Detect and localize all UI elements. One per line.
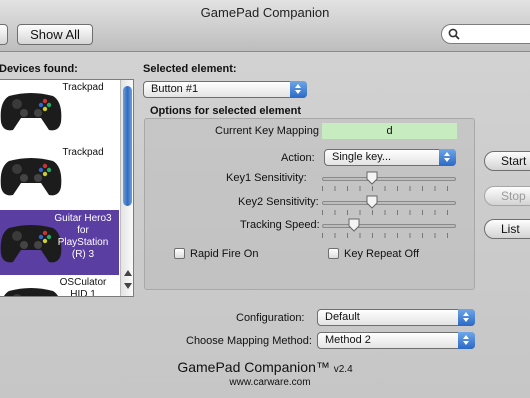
current-key-label: Current Key Mapping (215, 125, 319, 137)
tracking-label: Tracking Speed: (240, 219, 320, 231)
action-select[interactable]: Single key... (324, 149, 456, 166)
element-select-value: Button #1 (151, 83, 199, 95)
gamepad-icon (0, 158, 62, 196)
key2-ticks (322, 210, 456, 215)
key-repeat-checkbox[interactable] (328, 248, 339, 259)
device-item-selected[interactable]: Guitar Hero3 for PlayStation (R) 3 (0, 210, 119, 275)
configuration-label: Configuration: (236, 312, 305, 324)
device-name: Trackpad (62, 147, 104, 158)
device-name: Trackpad (62, 82, 104, 93)
slider-knob[interactable] (366, 171, 378, 185)
scroll-up-icon[interactable] (124, 270, 132, 276)
stop-button[interactable]: Stop (484, 186, 530, 206)
footer-url[interactable]: www.carware.com (0, 377, 530, 388)
show-all-button[interactable]: Show All (17, 24, 93, 45)
list-button[interactable]: List (484, 219, 530, 239)
key1-label: Key1 Sensitivity: (226, 172, 307, 184)
device-name: Guitar Hero3 for PlayStation (R) 3 (54, 213, 112, 260)
tracking-slider[interactable] (322, 218, 456, 233)
rapid-fire-label[interactable]: Rapid Fire On (190, 248, 258, 260)
options-title: Options for selected element (150, 105, 301, 117)
device-item[interactable]: Trackpad (0, 145, 119, 210)
app-version: v2.4 (333, 364, 353, 375)
device-item[interactable]: Trackpad (0, 80, 119, 145)
rapid-fire-checkbox[interactable] (174, 248, 185, 259)
device-item[interactable]: OSCulator HID 1 (0, 275, 119, 297)
app-name: GamePad Companion™ (177, 359, 330, 375)
search-field[interactable] (441, 24, 530, 44)
configuration-select-value: Default (325, 311, 360, 323)
scrollbar-thumb[interactable] (123, 86, 132, 206)
gamepad-icon (0, 93, 62, 131)
devices-list[interactable]: Trackpad Trackpad Guitar Hero3 for PlayS… (0, 79, 134, 297)
mapping-method-label: Choose Mapping Method: (186, 335, 312, 347)
key2-label: Key2 Sensitivity: (238, 196, 319, 208)
device-name: OSCulator HID 1 (59, 277, 107, 297)
scroll-down-icon[interactable] (124, 283, 132, 289)
mapping-method-select[interactable]: Method 2 (317, 332, 475, 349)
slider-track (322, 224, 456, 228)
slider-knob[interactable] (366, 195, 378, 209)
window-title: GamePad Companion (200, 5, 330, 20)
back-button[interactable] (0, 24, 8, 45)
popup-arrows-icon (290, 81, 307, 98)
popup-arrows-icon (458, 332, 475, 349)
element-select[interactable]: Button #1 (143, 81, 307, 98)
configuration-select[interactable]: Default (317, 309, 475, 326)
slider-knob[interactable] (348, 218, 360, 232)
popup-arrows-icon (458, 309, 475, 326)
slider-track (322, 177, 456, 181)
key-repeat-label[interactable]: Key Repeat Off (344, 248, 419, 260)
slider-track (322, 201, 456, 205)
action-label: Action: (281, 152, 315, 164)
start-button[interactable]: Start (484, 151, 530, 171)
key2-slider[interactable] (322, 195, 456, 210)
popup-arrows-icon (439, 149, 456, 166)
tracking-ticks (322, 233, 456, 238)
footer-app-name: GamePad Companion™ v2.4 (0, 359, 530, 375)
app-window: GamePad Companion Show All Devices found… (0, 0, 530, 398)
key1-ticks (322, 186, 456, 191)
devices-scrollbar[interactable] (120, 80, 133, 296)
search-icon (448, 28, 460, 40)
current-key-field[interactable]: d (322, 123, 457, 139)
key1-slider[interactable] (322, 171, 456, 186)
devices-label: Devices found: (0, 63, 78, 75)
action-select-value: Single key... (332, 151, 392, 163)
mapping-method-select-value: Method 2 (325, 334, 371, 346)
toolbar: GamePad Companion Show All (0, 0, 530, 52)
selected-element-label: Selected element: (143, 63, 237, 75)
